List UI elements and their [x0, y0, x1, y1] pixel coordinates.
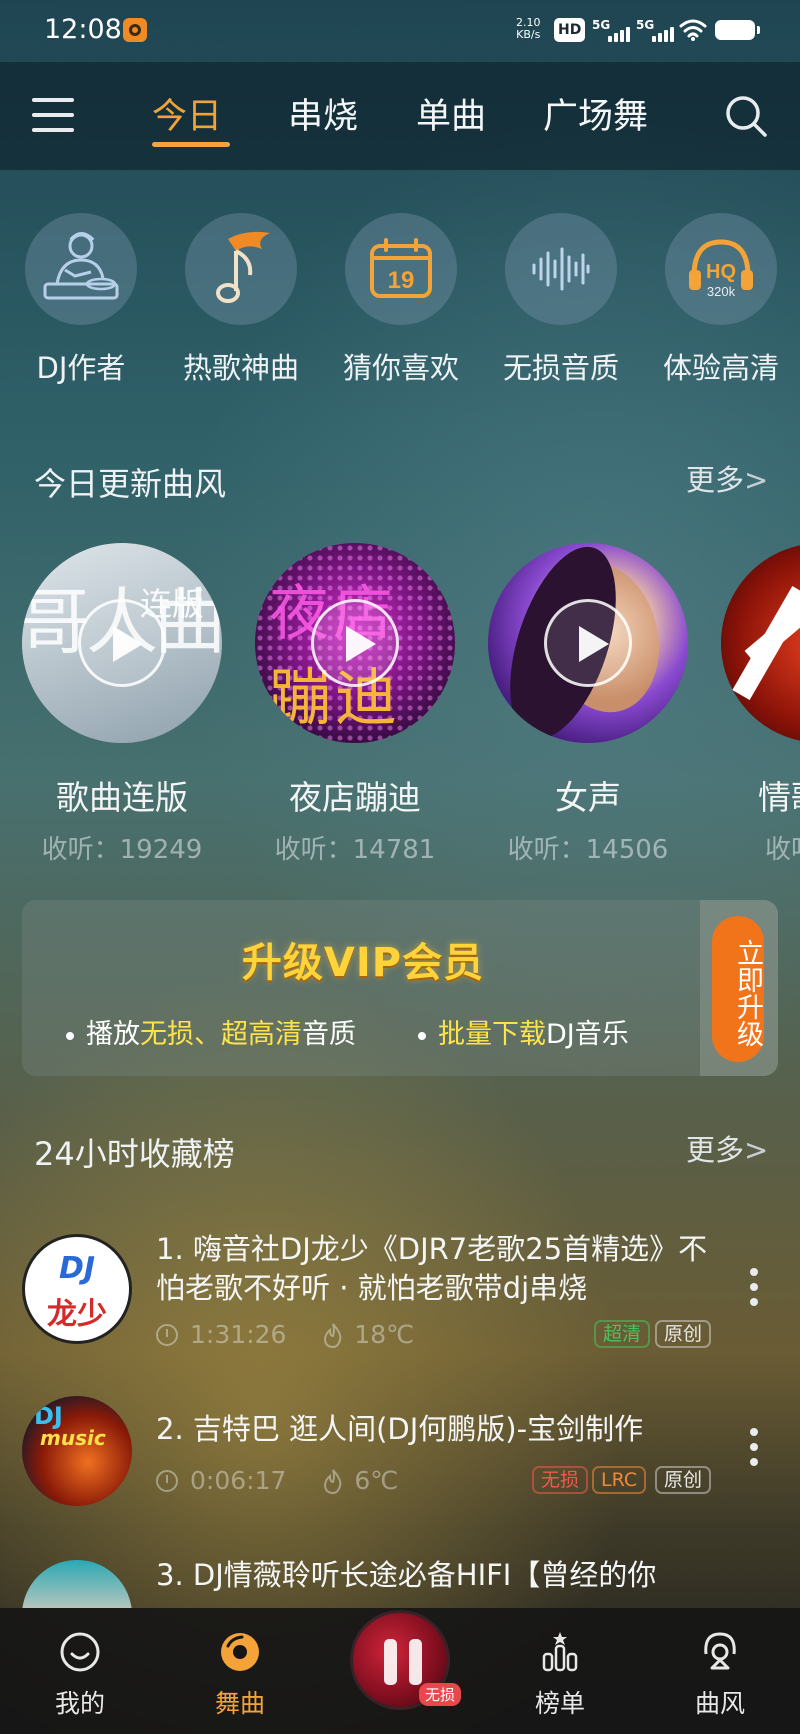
calendar-icon: 19	[345, 213, 457, 325]
list-item[interactable]: DJ music 2. 吉特巴 逛人间(DJ何鹏版)-宝剑制作 0:06:17 …	[0, 1396, 800, 1516]
flame-icon	[324, 1468, 342, 1494]
flame-icon	[324, 1322, 342, 1348]
wifi-icon	[679, 19, 707, 41]
app-notification-icon	[123, 18, 147, 42]
nav-dance-music[interactable]: 舞曲	[180, 1630, 300, 1720]
song-meta: 1:31:26 18℃	[156, 1320, 414, 1349]
style-card-female-vocal[interactable]: 女声 收听：14506	[477, 543, 688, 865]
signal-icon: 5G	[592, 18, 630, 44]
tab-medley[interactable]: 串烧	[288, 88, 358, 139]
shortcut-dj-author[interactable]: DJ作者	[0, 213, 150, 393]
original-badge: 原创	[655, 1320, 712, 1348]
song-meta: 0:06:17 6℃	[156, 1466, 398, 1495]
search-icon[interactable]	[724, 94, 768, 138]
shortcut-hq-trial[interactable]: HQ 320k 体验高清	[640, 213, 790, 393]
more-styles-link[interactable]: 更多>	[686, 457, 768, 499]
style-card-love-songs[interactable]: 情歌 收听	[710, 543, 800, 863]
original-badge: 原创	[655, 1466, 712, 1494]
tab-square-dance[interactable]: 广场舞	[543, 88, 648, 139]
style-card-nightclub[interactable]: 夜店 蹦迪 夜店蹦迪 收听：14781	[244, 543, 455, 865]
svg-text:HQ: HQ	[706, 261, 736, 283]
style-cover: 哥人曲 连版	[22, 543, 222, 743]
song-title: 2. 吉特巴 逛人间(DJ何鹏版)-宝剑制作	[156, 1412, 644, 1446]
top-nav-bar	[0, 62, 800, 170]
song-cover	[22, 1560, 132, 1608]
hot-song-icon	[185, 213, 297, 325]
shortcut-lossless[interactable]: 无损音质	[480, 213, 630, 393]
section-title-styles: 今日更新曲风	[34, 465, 227, 503]
clock-icon	[156, 1323, 178, 1346]
clock-icon	[156, 1469, 178, 1492]
vip-perk-download: 批量下载DJ音乐	[418, 1012, 629, 1051]
play-icon[interactable]	[544, 599, 632, 687]
list-item[interactable]: 3. DJ情薇聆听长途必备HIFI【曾经的你	[0, 1556, 800, 1608]
play-icon[interactable]	[311, 599, 399, 687]
battery-icon	[715, 20, 760, 40]
tab-today[interactable]: 今日	[152, 88, 222, 139]
nav-charts[interactable]: 榜单	[500, 1630, 620, 1720]
tab-single[interactable]: 单曲	[416, 88, 486, 139]
shortcut-hot-songs[interactable]: 热歌神曲	[160, 213, 310, 393]
now-playing-button[interactable]: 无损	[350, 1610, 462, 1710]
nav-styles[interactable]: 曲风	[660, 1630, 780, 1720]
play-icon[interactable]	[78, 599, 166, 687]
svg-text:19: 19	[388, 267, 415, 294]
waveform-icon	[505, 213, 617, 325]
disc-icon	[221, 1633, 259, 1671]
style-card-medley[interactable]: 哥人曲 连版 歌曲连版 收听：19249	[11, 543, 222, 865]
style-cover	[488, 543, 688, 743]
nav-mine[interactable]: 我的	[20, 1630, 140, 1720]
section-title-chart: 24小时收藏榜	[34, 1135, 235, 1173]
style-cover	[721, 543, 800, 743]
lossless-badge: 无损	[419, 1683, 462, 1706]
hq-headphones-icon: HQ 320k	[665, 213, 777, 325]
smile-icon	[60, 1632, 100, 1672]
song-title: 1. 嗨音社DJ龙少《DJR7老歌25首精选》不怕老歌不好听 · 就怕老歌带dj…	[156, 1232, 708, 1305]
lossless-badge: 无损	[532, 1466, 589, 1494]
song-cover: DJ music	[22, 1396, 132, 1506]
network-speed: 2.10 KB/s	[516, 16, 541, 41]
song-cover: DJ 龙少	[22, 1234, 132, 1344]
signal-icon-2: 5G	[636, 18, 674, 44]
status-bar: 12:08 2.10 KB/s HD 5G 5G	[0, 0, 800, 62]
list-item[interactable]: DJ 龙少 1. 嗨音社DJ龙少《DJR7老歌25首精选》不怕老歌不好听 · 就…	[0, 1232, 800, 1364]
more-options-icon[interactable]	[748, 1428, 760, 1472]
shortcut-guess-you-like[interactable]: 19 猜你喜欢	[320, 213, 470, 393]
more-options-icon[interactable]	[748, 1268, 760, 1312]
status-time: 12:08	[44, 14, 122, 45]
menu-icon[interactable]	[32, 98, 74, 134]
hd-voice-icon: HD	[554, 18, 586, 42]
tab-active-indicator	[152, 142, 230, 147]
more-chart-link[interactable]: 更多>	[686, 1127, 768, 1169]
song-title: 3. DJ情薇聆听长途必备HIFI【曾经的你	[156, 1558, 657, 1592]
vip-banner[interactable]: 升级VIP会员 播放无损、超高清音质 批量下载DJ音乐 立即升级	[22, 900, 778, 1076]
svg-text:320k: 320k	[707, 284, 736, 299]
quality-badge: 超清	[594, 1320, 651, 1348]
style-location-icon	[704, 1632, 736, 1670]
upgrade-now-button[interactable]: 立即升级	[712, 916, 764, 1062]
vip-title: 升级VIP会员	[241, 940, 485, 986]
chart-ranking-icon	[542, 1632, 578, 1672]
lrc-badge: LRC	[592, 1466, 647, 1494]
vip-perk-quality: 播放无损、超高清音质	[66, 1012, 356, 1051]
pause-icon[interactable]	[384, 1639, 422, 1685]
style-cover: 夜店 蹦迪	[255, 543, 455, 743]
dj-author-icon	[25, 213, 137, 325]
